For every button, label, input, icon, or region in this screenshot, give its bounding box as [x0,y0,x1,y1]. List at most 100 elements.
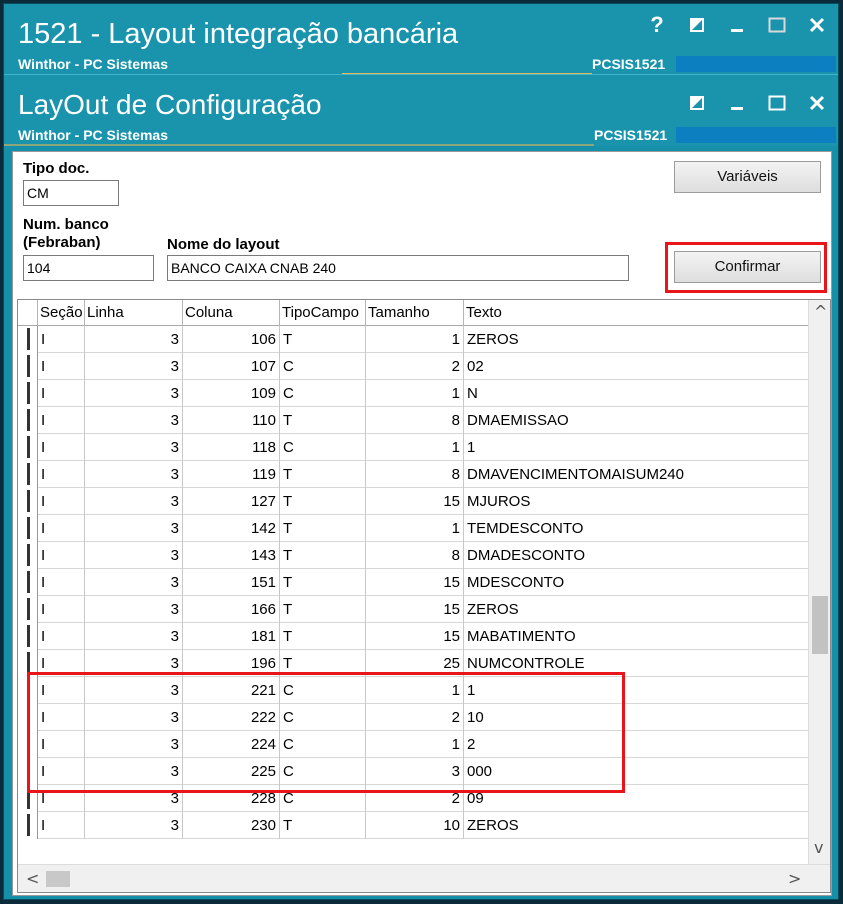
row-indicator[interactable] [18,326,38,353]
cell-tipocampo[interactable]: T [280,569,366,596]
table-row[interactable]: I 3 166 T 15 ZEROS [18,596,808,623]
cell-coluna[interactable]: 109 [183,380,280,407]
header-coluna[interactable]: Coluna [183,300,280,326]
table-row[interactable]: I 3 143 T 8 DMADESCONTO [18,542,808,569]
cell-texto[interactable]: 1 [464,434,808,461]
cell-tipocampo[interactable]: T [280,515,366,542]
cell-tamanho[interactable]: 15 [366,488,464,515]
restore-icon[interactable] [686,92,708,114]
cell-coluna[interactable]: 181 [183,623,280,650]
cell-tipocampo[interactable]: C [280,380,366,407]
cell-linha[interactable]: 3 [85,488,183,515]
row-indicator[interactable] [18,488,38,515]
scroll-left-icon[interactable]: < [26,869,39,888]
cell-secao[interactable]: I [38,812,85,839]
header-texto[interactable]: Texto [464,300,808,326]
cell-secao[interactable]: I [38,515,85,542]
cell-texto[interactable]: MABATIMENTO [464,623,808,650]
cell-linha[interactable]: 3 [85,434,183,461]
cell-coluna[interactable]: 106 [183,326,280,353]
row-indicator[interactable] [18,812,38,839]
table-row[interactable]: I 3 230 T 10 ZEROS [18,812,808,839]
scroll-right-icon[interactable]: > [788,869,801,888]
cell-secao[interactable]: I [38,623,85,650]
cell-secao[interactable]: I [38,380,85,407]
table-row[interactable]: I 3 119 T 8 DMAVENCIMENTOMAISUM240 [18,461,808,488]
cell-linha[interactable]: 3 [85,380,183,407]
row-indicator[interactable] [18,596,38,623]
cell-tamanho[interactable]: 1 [366,380,464,407]
minimize-icon[interactable] [726,92,748,114]
cell-tipocampo[interactable]: C [280,434,366,461]
cell-linha[interactable]: 3 [85,326,183,353]
vertical-scroll-thumb[interactable] [812,596,828,654]
close-icon[interactable] [806,14,828,36]
variaveis-button[interactable]: Variáveis [674,161,821,193]
cell-linha[interactable]: 3 [85,515,183,542]
table-row[interactable]: I 3 127 T 15 MJUROS [18,488,808,515]
cell-tipocampo[interactable]: T [280,407,366,434]
cell-tamanho[interactable]: 2 [366,353,464,380]
row-indicator[interactable] [18,542,38,569]
cell-tipocampo[interactable]: T [280,461,366,488]
cell-tamanho[interactable]: 1 [366,434,464,461]
cell-linha[interactable]: 3 [85,353,183,380]
cell-tamanho[interactable]: 10 [366,812,464,839]
table-row[interactable]: I 3 107 C 2 02 [18,353,808,380]
row-indicator[interactable] [18,515,38,542]
table-row[interactable]: I 3 109 C 1 N [18,380,808,407]
cell-linha[interactable]: 3 [85,407,183,434]
cell-tipocampo[interactable]: C [280,353,366,380]
cell-tamanho[interactable]: 8 [366,461,464,488]
cell-secao[interactable]: I [38,353,85,380]
horizontal-scrollbar[interactable]: < > [18,864,830,892]
table-row[interactable]: I 3 106 T 1 ZEROS [18,326,808,353]
cell-secao[interactable]: I [38,488,85,515]
header-secao[interactable]: Seção [38,300,85,326]
row-indicator[interactable] [18,434,38,461]
cell-secao[interactable]: I [38,542,85,569]
cell-texto[interactable]: MJUROS [464,488,808,515]
cell-coluna[interactable]: 166 [183,596,280,623]
vertical-scrollbar[interactable]: ^ v [808,300,830,866]
table-row[interactable]: I 3 110 T 8 DMAEMISSAO [18,407,808,434]
restore-icon[interactable] [686,14,708,36]
scroll-up-icon[interactable]: ^ [814,302,827,321]
cell-tipocampo[interactable]: T [280,488,366,515]
cell-coluna[interactable]: 119 [183,461,280,488]
cell-tamanho[interactable]: 15 [366,623,464,650]
cell-coluna[interactable]: 143 [183,542,280,569]
cell-texto[interactable]: ZEROS [464,596,808,623]
table-row[interactable]: I 3 118 C 1 1 [18,434,808,461]
row-indicator[interactable] [18,407,38,434]
cell-texto[interactable]: 02 [464,353,808,380]
cell-texto[interactable]: TEMDESCONTO [464,515,808,542]
child-titlebar[interactable]: LayOut de Configuração Winthor - PC Sist… [4,74,838,146]
cell-linha[interactable]: 3 [85,812,183,839]
cell-texto[interactable]: DMAEMISSAO [464,407,808,434]
cell-secao[interactable]: I [38,434,85,461]
cell-coluna[interactable]: 230 [183,812,280,839]
cell-tipocampo[interactable]: T [280,596,366,623]
close-icon[interactable] [806,92,828,114]
cell-coluna[interactable]: 127 [183,488,280,515]
cell-secao[interactable]: I [38,569,85,596]
cell-coluna[interactable]: 110 [183,407,280,434]
cell-coluna[interactable]: 107 [183,353,280,380]
table-row[interactable]: I 3 181 T 15 MABATIMENTO [18,623,808,650]
main-titlebar[interactable]: 1521 - Layout integração bancária Wintho… [4,4,838,75]
cell-tamanho[interactable]: 15 [366,596,464,623]
cell-secao[interactable]: I [38,326,85,353]
cell-texto[interactable]: ZEROS [464,812,808,839]
maximize-icon[interactable] [766,92,788,114]
row-indicator[interactable] [18,569,38,596]
cell-tamanho[interactable]: 1 [366,326,464,353]
cell-secao[interactable]: I [38,596,85,623]
cell-tipocampo[interactable]: T [280,542,366,569]
cell-coluna[interactable]: 118 [183,434,280,461]
cell-tamanho[interactable]: 8 [366,542,464,569]
cell-linha[interactable]: 3 [85,569,183,596]
cell-linha[interactable]: 3 [85,623,183,650]
cell-coluna[interactable]: 151 [183,569,280,596]
header-tipocampo[interactable]: TipoCampo [280,300,366,326]
